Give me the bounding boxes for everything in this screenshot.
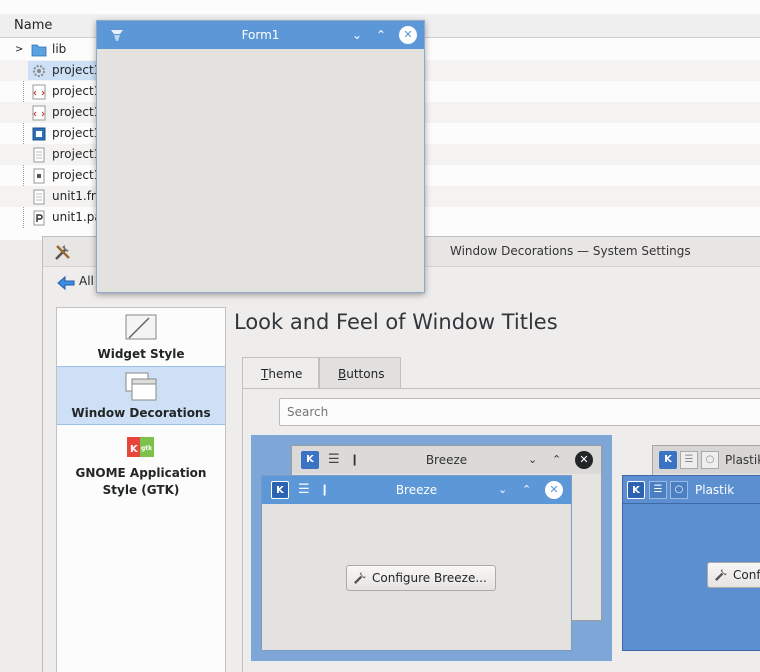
wrench-icon bbox=[715, 568, 728, 581]
settings-file-icon bbox=[33, 65, 45, 77]
preview-active-window: K ☰ ○ Plastik Conf bbox=[622, 475, 760, 651]
chevron-up-icon: ⌃ bbox=[552, 453, 562, 466]
menu-lines-icon: ☰ bbox=[298, 482, 310, 497]
category-window-decorations[interactable]: Window Decorations bbox=[57, 366, 225, 425]
list-item-label: project1 bbox=[52, 84, 102, 98]
tab-label-rest: uttons bbox=[346, 367, 385, 381]
column-header-label: Name bbox=[14, 18, 53, 33]
tab-label-rest: heme bbox=[268, 367, 303, 381]
circle-icon: ○ bbox=[701, 451, 719, 469]
list-item-label: project1 bbox=[52, 126, 102, 140]
kde-menu-icon: K bbox=[301, 451, 319, 469]
list-item-label: unit1.pa bbox=[52, 210, 102, 224]
chevron-up-icon: ⌃ bbox=[522, 483, 532, 496]
window-title: Form1 bbox=[241, 28, 280, 42]
chevron-down-icon: ⌄ bbox=[498, 483, 508, 496]
category-label: Widget Style bbox=[97, 347, 185, 361]
close-icon: ✕ bbox=[545, 481, 563, 499]
preview-title: Breeze bbox=[425, 453, 468, 467]
form1-window[interactable]: Form1 ⌄ ⌃ ✕ bbox=[96, 20, 425, 293]
list-item-label: lib bbox=[52, 42, 67, 56]
minimize-icon[interactable]: ⌄ bbox=[352, 21, 362, 49]
preview-title-bar: K ☰ ❙ Breeze ⌄ ⌃ ✕ bbox=[292, 446, 601, 474]
circle-icon: ○ bbox=[670, 481, 688, 499]
page-title: Look and Feel of Window Titles bbox=[234, 310, 558, 334]
preview-title: Plastik bbox=[725, 453, 760, 467]
chevron-down-icon: ⌄ bbox=[528, 453, 538, 466]
kde-menu-icon: K bbox=[627, 481, 645, 499]
search-input[interactable] bbox=[279, 398, 760, 426]
tab-theme[interactable]: Theme bbox=[242, 357, 319, 389]
preview-title: Breeze bbox=[395, 483, 438, 497]
list-item-label: project1 bbox=[52, 63, 102, 77]
system-settings-window: Window Decorations — System Settings All… bbox=[42, 236, 760, 672]
back-arrow-icon bbox=[57, 275, 75, 291]
pin-icon: ❙ bbox=[320, 483, 330, 496]
code-file-icon bbox=[32, 84, 46, 100]
configure-theme-button[interactable]: Conf bbox=[707, 562, 760, 588]
category-sidebar: Widget Style Window Decorations Kgtk GNO… bbox=[56, 307, 226, 672]
app-file-icon bbox=[32, 127, 46, 141]
preview-active-window: K ☰ ❙ Breeze ⌄ ⌃ ✕ Configure Breeze... bbox=[261, 475, 572, 651]
tab-mnemonic: B bbox=[338, 367, 347, 381]
svg-text:gtk: gtk bbox=[141, 445, 153, 452]
menu-lines-icon: ☰ bbox=[328, 452, 340, 467]
text-file-icon bbox=[33, 147, 45, 163]
close-icon[interactable]: ✕ bbox=[399, 26, 417, 44]
wrench-icon bbox=[354, 571, 367, 584]
pin-icon: ❙ bbox=[350, 453, 360, 466]
folder-icon bbox=[31, 44, 47, 57]
kde-menu-icon: K bbox=[659, 451, 677, 469]
category-label: GNOME Application Style (GTK) bbox=[75, 466, 207, 497]
window-decorations-icon bbox=[125, 372, 157, 401]
theme-preview-plastik[interactable]: K ☰ ○ Plastik K ☰ ○ Plastik Conf bbox=[613, 435, 760, 661]
theme-preview-breeze[interactable]: K ☰ ❙ Breeze ⌄ ⌃ ✕ K ☰ ❙ Breeze ⌄ ⌃ ✕ Co… bbox=[251, 435, 612, 661]
configure-button-label: Configure Breeze... bbox=[372, 571, 487, 585]
kde-menu-icon: K bbox=[271, 481, 289, 499]
list-item-label: project1 bbox=[52, 147, 102, 161]
back-label: All bbox=[79, 274, 94, 288]
title-bar[interactable]: Form1 ⌄ ⌃ ✕ bbox=[97, 21, 424, 49]
close-icon: ✕ bbox=[575, 451, 593, 469]
category-label: Window Decorations bbox=[71, 406, 211, 420]
text-file-icon bbox=[33, 189, 45, 205]
configure-button-label: Conf bbox=[733, 568, 760, 582]
code-file-icon bbox=[32, 105, 46, 121]
expand-arrow-icon[interactable]: > bbox=[15, 39, 23, 60]
list-item-label: project1 bbox=[52, 168, 102, 182]
pascal-file-icon bbox=[33, 210, 45, 226]
menu-lines-icon: ☰ bbox=[649, 481, 667, 499]
preview-title-bar: K ☰ ❙ Breeze ⌄ ⌃ ✕ bbox=[262, 476, 571, 504]
category-gnome-gtk[interactable]: Kgtk GNOME Application Style (GTK) bbox=[57, 425, 225, 505]
window-title: Window Decorations — System Settings bbox=[450, 244, 691, 258]
menu-lines-icon: ☰ bbox=[680, 451, 698, 469]
tools-icon bbox=[55, 245, 70, 260]
category-widget-style[interactable]: Widget Style bbox=[57, 308, 225, 366]
preview-title: Plastik bbox=[695, 483, 735, 497]
list-item-label: project1 bbox=[52, 105, 102, 119]
widget-style-icon bbox=[125, 314, 157, 340]
preview-title-bar: K ☰ ○ Plastik bbox=[653, 446, 760, 474]
svg-text:K: K bbox=[130, 444, 139, 455]
maximize-icon[interactable]: ⌃ bbox=[376, 21, 386, 49]
gtk-icon: Kgtk bbox=[127, 437, 154, 457]
app-icon bbox=[111, 30, 123, 41]
configure-theme-button[interactable]: Configure Breeze... bbox=[346, 565, 496, 591]
preview-title-bar: K ☰ ○ Plastik bbox=[623, 476, 760, 504]
resource-file-icon bbox=[33, 168, 45, 184]
tab-buttons[interactable]: Buttons bbox=[319, 357, 401, 389]
